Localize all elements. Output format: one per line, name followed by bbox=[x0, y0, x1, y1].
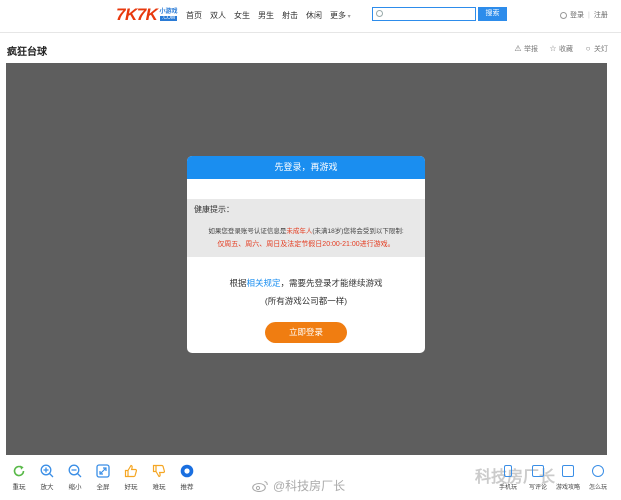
login-message: 根据相关规定，需要先登录才能继续游戏 bbox=[187, 277, 425, 289]
health-title: 健康提示： bbox=[194, 205, 234, 214]
login-dialog: 先登录，再游戏 健康提示： 如果您登录账号认证信息是未成年人(未满18岁)您将会… bbox=[187, 156, 425, 353]
recommend-label: 推荐 bbox=[180, 484, 194, 491]
search-icon bbox=[376, 10, 383, 17]
health-line1-pre: 如果您登录账号认证信息是 bbox=[208, 228, 287, 235]
health-restriction-text: 如果您登录账号认证信息是未成年人(未满18岁)您将会受到以下限制: bbox=[187, 225, 425, 235]
login-msg-post: ，需要先登录才能继续游戏 bbox=[280, 278, 383, 288]
regulations-link[interactable]: 相关规定 bbox=[246, 278, 280, 288]
how-to-play-button[interactable]: 怎么玩 bbox=[583, 465, 613, 491]
help-icon bbox=[592, 465, 604, 477]
warning-icon: ⚠ bbox=[514, 44, 522, 53]
thumbs-down-icon bbox=[152, 464, 166, 478]
page-title: 疯狂台球 bbox=[7, 47, 47, 58]
dislike-label: 难玩 bbox=[152, 484, 166, 491]
login-now-button[interactable]: 立即登录 bbox=[265, 322, 347, 343]
site-logo[interactable]: 7K7K 小游戏 .COM bbox=[116, 5, 177, 24]
user-area: 登录 | 注册 bbox=[560, 10, 608, 20]
favorite-label: 收藏 bbox=[559, 46, 573, 53]
separator: | bbox=[588, 11, 590, 19]
zoom-in-button[interactable]: 放大 bbox=[33, 464, 61, 491]
how-to-play-label: 怎么玩 bbox=[588, 485, 607, 491]
lights-off-label: 关灯 bbox=[594, 46, 608, 53]
like-button[interactable]: 好玩 bbox=[117, 464, 145, 491]
game-guide-button[interactable]: 游戏攻略 bbox=[553, 465, 583, 491]
nav-more[interactable]: 更多 bbox=[330, 10, 351, 21]
login-note: (所有游戏公司都一样) bbox=[264, 296, 348, 306]
mobile-play-label: 手机玩 bbox=[498, 485, 517, 491]
fullscreen-icon bbox=[96, 464, 110, 478]
login-link[interactable]: 登录 bbox=[570, 10, 584, 20]
search-input[interactable] bbox=[372, 7, 476, 21]
login-msg-pre: 根据 bbox=[229, 278, 247, 288]
main-nav: 首页 双人 女生 男生 射击 休闲 更多 bbox=[186, 10, 359, 21]
comment-icon bbox=[532, 465, 544, 477]
nav-casual[interactable]: 休闲 bbox=[306, 10, 322, 21]
game-actions: ⚠ 举报 ☆ 收藏 ○ 关灯 bbox=[503, 44, 608, 54]
game-guide-label: 游戏攻略 bbox=[555, 485, 580, 491]
logo-text: 7K7K bbox=[116, 5, 158, 24]
bulb-icon: ○ bbox=[585, 44, 591, 53]
nav-boys[interactable]: 男生 bbox=[258, 10, 274, 21]
star-icon: ☆ bbox=[549, 44, 557, 53]
write-review-label: 写评论 bbox=[528, 485, 547, 491]
zoom-in-label: 放大 bbox=[40, 484, 54, 491]
recommend-icon bbox=[180, 464, 194, 478]
zoom-out-label: 缩小 bbox=[68, 484, 82, 491]
game-title-row: 疯狂台球 ⚠ 举报 ☆ 收藏 ○ 关灯 bbox=[0, 33, 621, 63]
nav-home[interactable]: 首页 bbox=[186, 10, 202, 21]
dialog-header: 先登录，再游戏 bbox=[187, 156, 425, 179]
user-icon bbox=[560, 11, 567, 19]
favorite-action[interactable]: ☆ 收藏 bbox=[549, 44, 573, 54]
mobile-play-button[interactable]: 手机玩 bbox=[493, 465, 523, 491]
search-button[interactable]: 搜索 bbox=[478, 7, 507, 21]
zoom-out-button[interactable]: 缩小 bbox=[61, 464, 89, 491]
zoom-out-icon bbox=[68, 464, 82, 478]
top-navigation: 7K7K 小游戏 .COM 首页 双人 女生 男生 射击 休闲 更多 搜索 登录… bbox=[0, 0, 621, 33]
health-line1-red: 未成年人 bbox=[286, 228, 313, 235]
report-action[interactable]: ⚠ 举报 bbox=[514, 44, 538, 54]
report-label: 举报 bbox=[524, 46, 538, 53]
health-notice: 健康提示： 如果您登录账号认证信息是未成年人(未满18岁)您将会受到以下限制: … bbox=[187, 199, 425, 257]
fullscreen-button[interactable]: 全屏 bbox=[89, 464, 117, 491]
dislike-button[interactable]: 难玩 bbox=[145, 464, 173, 491]
fullscreen-label: 全屏 bbox=[96, 484, 110, 491]
health-line1-post: (未满18岁)您将会受到以下限制: bbox=[312, 228, 404, 235]
write-review-button[interactable]: 写评论 bbox=[523, 465, 553, 491]
book-icon bbox=[562, 465, 574, 477]
lights-off-action[interactable]: ○ 关灯 bbox=[584, 44, 608, 54]
thumbs-up-icon bbox=[124, 464, 138, 478]
nav-shooting[interactable]: 射击 bbox=[282, 10, 298, 21]
register-link[interactable]: 注册 bbox=[594, 10, 608, 20]
nav-girls[interactable]: 女生 bbox=[234, 10, 250, 21]
phone-icon bbox=[504, 465, 512, 477]
logo-badge: 小游戏 .COM bbox=[159, 9, 177, 21]
replay-label: 重玩 bbox=[12, 484, 26, 491]
zoom-in-icon bbox=[40, 464, 54, 478]
weibo-icon bbox=[252, 480, 268, 492]
health-time-limit: 仅周五、周六、周日及法定节假日20:00-21:00进行游戏。 bbox=[217, 241, 395, 248]
nav-two-player[interactable]: 双人 bbox=[210, 10, 226, 21]
recommend-button[interactable]: 推荐 bbox=[173, 464, 201, 491]
right-tools: 手机玩 写评论 游戏攻略 怎么玩 bbox=[493, 465, 613, 491]
watermark-text: @科技房厂长 bbox=[273, 479, 346, 493]
watermark: @科技房厂长 bbox=[252, 477, 345, 494]
refresh-icon bbox=[13, 465, 25, 477]
replay-button[interactable]: 重玩 bbox=[5, 464, 33, 491]
like-label: 好玩 bbox=[124, 484, 138, 491]
logo-com: .COM bbox=[159, 15, 177, 21]
